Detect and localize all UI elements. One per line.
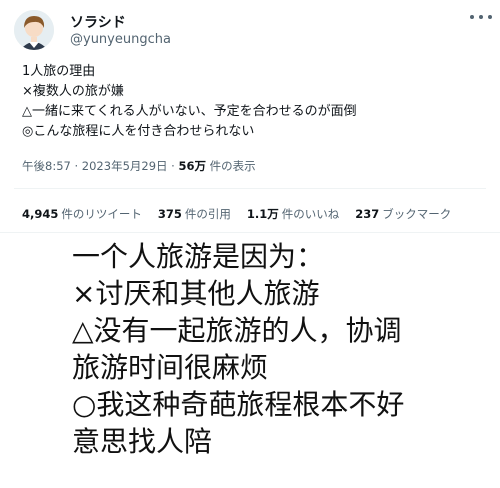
tweet-text: 1人旅の理由 ×複数人の旅が嫌 △一緒に来てくれる人がいない、予定を合わせるのが…: [22, 62, 357, 142]
tweet-stats: 4,945 件のリツイート 375 件の引用 1.1万 件のいいね 237 ブックマーク: [22, 206, 451, 222]
meta-separator: ·: [74, 159, 79, 173]
stat-label: ブックマーク: [382, 207, 452, 221]
meta-separator: ·: [171, 159, 175, 173]
translation-line: 一个人旅游是因为：: [72, 240, 325, 273]
stat-label: 件のリツイート: [61, 207, 142, 221]
tweet-card: ソラシド @yunyeungcha 1人旅の理由 ×複数人の旅が嫌 △一緒に来て…: [0, 0, 500, 233]
stat-label: 件の引用: [184, 207, 231, 221]
translation-line: 意思找人陪: [72, 425, 213, 458]
more-options-icon[interactable]: [470, 8, 492, 26]
tweet-line: ×複数人の旅が嫌: [22, 84, 124, 99]
translation-line: ○我这种奇葩旅程根本不好: [72, 388, 405, 421]
stat-count: 375: [157, 207, 182, 221]
stat-count: 237: [355, 207, 380, 221]
tweet-line: 1人旅の理由: [22, 64, 96, 79]
retweets-stat[interactable]: 4,945 件のリツイート: [22, 206, 142, 222]
user-avatar-icon[interactable]: [14, 10, 54, 50]
translation-line: △没有一起旅游的人，协调: [72, 314, 402, 347]
chinese-translation: 一个人旅游是因为： ×讨厌和其他人旅游 △没有一起旅游的人，协调 旅游时间很麻烦…: [72, 238, 404, 460]
tweet-time[interactable]: 午後8:57: [22, 159, 71, 173]
user-handle[interactable]: @yunyeungcha: [70, 32, 171, 47]
bookmarks-stat[interactable]: 237 ブックマーク: [355, 206, 451, 222]
tweet-date[interactable]: 2023年5月29日: [82, 159, 168, 173]
likes-stat[interactable]: 1.1万 件のいいね: [247, 206, 339, 222]
tweet-line: △一緒に来てくれる人がいない、予定を合わせるのが面倒: [22, 104, 357, 119]
tweet-line: ◎こんな旅程に人を付き合わせられない: [22, 124, 255, 139]
stat-count: 1.1万: [246, 207, 279, 221]
translation-line: 旅游时间很麻烦: [72, 351, 269, 384]
stat-count: 4,945: [22, 207, 59, 221]
tweet-meta: 午後8:57 · 2023年5月29日 · 56万 件の表示: [22, 158, 256, 174]
display-name[interactable]: ソラシド: [70, 12, 126, 32]
translation-line: ×讨厌和其他人旅游: [72, 277, 320, 310]
stat-label: 件のいいね: [281, 207, 340, 221]
views-count: 56万: [178, 159, 206, 173]
divider: [14, 188, 486, 189]
views-label: 件の表示: [209, 159, 256, 173]
quotes-stat[interactable]: 375 件の引用: [158, 206, 231, 222]
